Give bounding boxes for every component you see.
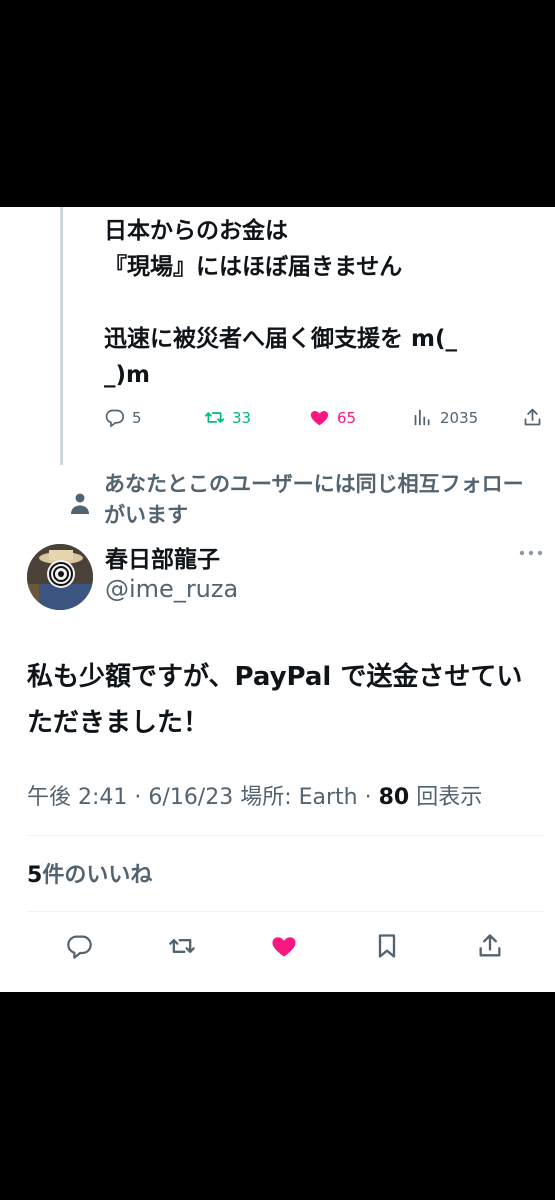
like-count: 65 bbox=[337, 408, 357, 427]
tweet-text: 私も少額ですが、PayPal で送金させていただきました！ bbox=[27, 662, 523, 738]
tweet-metadata: 午後 2:41 · 6/16/23 場所: Earth · 80 回表示 bbox=[27, 785, 483, 810]
tweet-views-count: 80 bbox=[378, 785, 410, 810]
likes-count: 5 bbox=[27, 863, 43, 888]
heart-icon[interactable] bbox=[270, 932, 298, 960]
person-icon bbox=[71, 493, 89, 514]
reply-button[interactable]: 5 bbox=[104, 407, 142, 428]
retweet-count: 33 bbox=[232, 408, 252, 427]
avatar-image bbox=[27, 544, 93, 610]
share-button[interactable] bbox=[522, 407, 543, 428]
more-options-icon[interactable] bbox=[516, 543, 546, 563]
social-context-text: あなたとこのユーザーには同じ相互フォローがいます bbox=[104, 472, 524, 527]
previous-tweet-line: 『現場』にはほぼ届きません bbox=[104, 254, 403, 280]
likes-label: 件のいいね bbox=[42, 863, 153, 888]
retweet-button[interactable]: 33 bbox=[204, 407, 251, 428]
previous-tweet-actions: 5 33 65 2035 bbox=[104, 407, 548, 437]
likes-summary[interactable]: 5件のいいね bbox=[27, 857, 152, 889]
bookmark-icon[interactable] bbox=[373, 932, 401, 960]
tweet-views-label: 回表示 bbox=[416, 785, 483, 810]
display-name[interactable]: 春日部龍子 bbox=[105, 540, 220, 574]
previous-tweet-line: 日本からのお金は bbox=[104, 218, 288, 244]
thread-line bbox=[60, 207, 63, 465]
tweet-detail-card: 日本からのお金は 『現場』にはほぼ届きません 迅速に被災者へ届く御支援を m(_… bbox=[0, 207, 555, 992]
analytics-icon bbox=[414, 409, 430, 426]
previous-tweet-line: 迅速に被災者へ届く御支援を m(_ bbox=[104, 326, 457, 352]
tweet-date[interactable]: 6/16/23 bbox=[148, 785, 233, 810]
reply-count: 5 bbox=[132, 408, 142, 427]
share-icon bbox=[524, 408, 541, 426]
share-icon[interactable] bbox=[476, 932, 504, 960]
previous-tweet-text: 日本からのお金は 『現場』にはほぼ届きません 迅速に被災者へ届く御支援を m(_… bbox=[104, 213, 544, 393]
tweet-action-bar bbox=[0, 932, 555, 962]
previous-tweet-line: _)m bbox=[104, 362, 150, 388]
avatar[interactable] bbox=[27, 544, 93, 610]
like-button[interactable]: 65 bbox=[309, 407, 356, 428]
reply-icon[interactable] bbox=[65, 932, 93, 960]
reply-icon bbox=[105, 409, 125, 428]
divider bbox=[27, 911, 545, 912]
retweet-icon[interactable] bbox=[168, 932, 196, 960]
retweet-icon bbox=[204, 412, 225, 423]
tweet-location: 場所: Earth bbox=[240, 785, 358, 810]
views-button[interactable]: 2035 bbox=[412, 407, 478, 428]
user-handle[interactable]: @ime_ruza bbox=[105, 575, 238, 603]
views-count: 2035 bbox=[440, 408, 479, 427]
divider bbox=[27, 835, 545, 836]
tweet-time[interactable]: 午後 2:41 bbox=[27, 785, 127, 810]
heart-icon bbox=[310, 410, 329, 426]
